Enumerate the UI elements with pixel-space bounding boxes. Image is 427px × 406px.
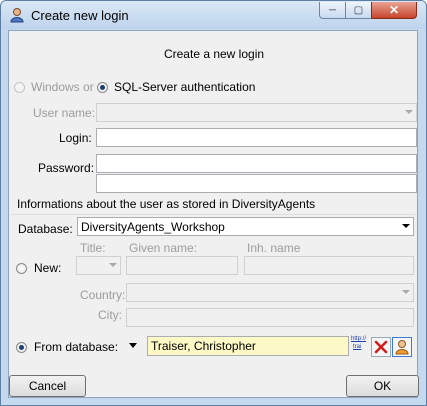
app-icon — [10, 8, 24, 23]
cancel-button[interactable]: Cancel — [9, 375, 86, 397]
windows-auth-label: Windows or — [31, 80, 94, 94]
database-value: DiversityAgents_Workshop — [81, 220, 225, 234]
city-input[interactable] — [126, 308, 414, 327]
dialog-window: Create new login ─ ▢ ✕ Create a new logi… — [0, 0, 427, 406]
inh-name-label: Inh. name — [247, 241, 301, 255]
chevron-down-icon — [402, 224, 410, 228]
windows-auth-radio[interactable] — [14, 82, 25, 93]
agent-dropdown-arrow[interactable] — [129, 343, 137, 348]
title-bar[interactable]: Create new login ─ ▢ ✕ — [1, 1, 426, 29]
inh-name-input[interactable] — [244, 256, 414, 275]
given-name-label: Given name: — [129, 241, 198, 255]
username-select[interactable] — [96, 103, 417, 122]
username-label: User name: — [33, 106, 96, 120]
login-input[interactable] — [96, 128, 417, 147]
password-input[interactable] — [96, 154, 417, 173]
sql-auth-label: SQL-Server authentication — [114, 80, 256, 94]
password-label: Password: — [38, 161, 95, 175]
chevron-down-icon — [109, 263, 117, 267]
close-button[interactable]: ✕ — [371, 2, 417, 19]
agent-uri-link[interactable]: trai — [353, 344, 361, 351]
window-title: Create new login — [31, 8, 129, 23]
minimize-button[interactable]: ─ — [319, 2, 346, 19]
chevron-down-icon — [405, 110, 413, 114]
city-label: City: — [98, 308, 122, 322]
dialog-client: Create a new login Windows or SQL-Server… — [8, 30, 419, 398]
minimize-icon: ─ — [328, 4, 337, 16]
new-agent-label: New: — [34, 261, 62, 275]
agent-lookup-button[interactable] — [392, 337, 412, 357]
agent-icon — [395, 340, 409, 355]
login-label: Login: — [59, 131, 92, 145]
country-label: Country: — [80, 288, 126, 302]
chevron-down-icon — [402, 290, 410, 294]
database-label: Database: — [18, 222, 73, 236]
maximize-button[interactable]: ▢ — [345, 2, 372, 19]
from-database-radio[interactable] — [16, 342, 27, 353]
section-divider — [11, 214, 415, 215]
agent-field[interactable]: Traiser, Christopher — [147, 336, 349, 356]
database-select[interactable]: DiversityAgents_Workshop — [77, 217, 414, 236]
sql-auth-radio[interactable] — [97, 82, 108, 93]
new-agent-radio[interactable] — [16, 263, 27, 274]
section-title: Informations about the user as stored in… — [17, 197, 316, 211]
dialog-heading: Create a new login — [163, 47, 265, 61]
agent-http-link[interactable]: http:// — [351, 336, 366, 343]
password-confirm-input[interactable] — [96, 174, 417, 193]
close-icon: ✕ — [388, 3, 400, 17]
ok-button[interactable]: OK — [346, 375, 419, 397]
given-name-input[interactable] — [126, 256, 238, 275]
title-select[interactable] — [76, 256, 121, 275]
remove-agent-button[interactable] — [371, 337, 391, 357]
country-select[interactable] — [126, 283, 414, 302]
maximize-icon: ▢ — [353, 4, 364, 16]
title-label: Title: — [80, 241, 106, 255]
remove-icon — [374, 340, 388, 354]
from-database-label: From database: — [34, 340, 119, 354]
